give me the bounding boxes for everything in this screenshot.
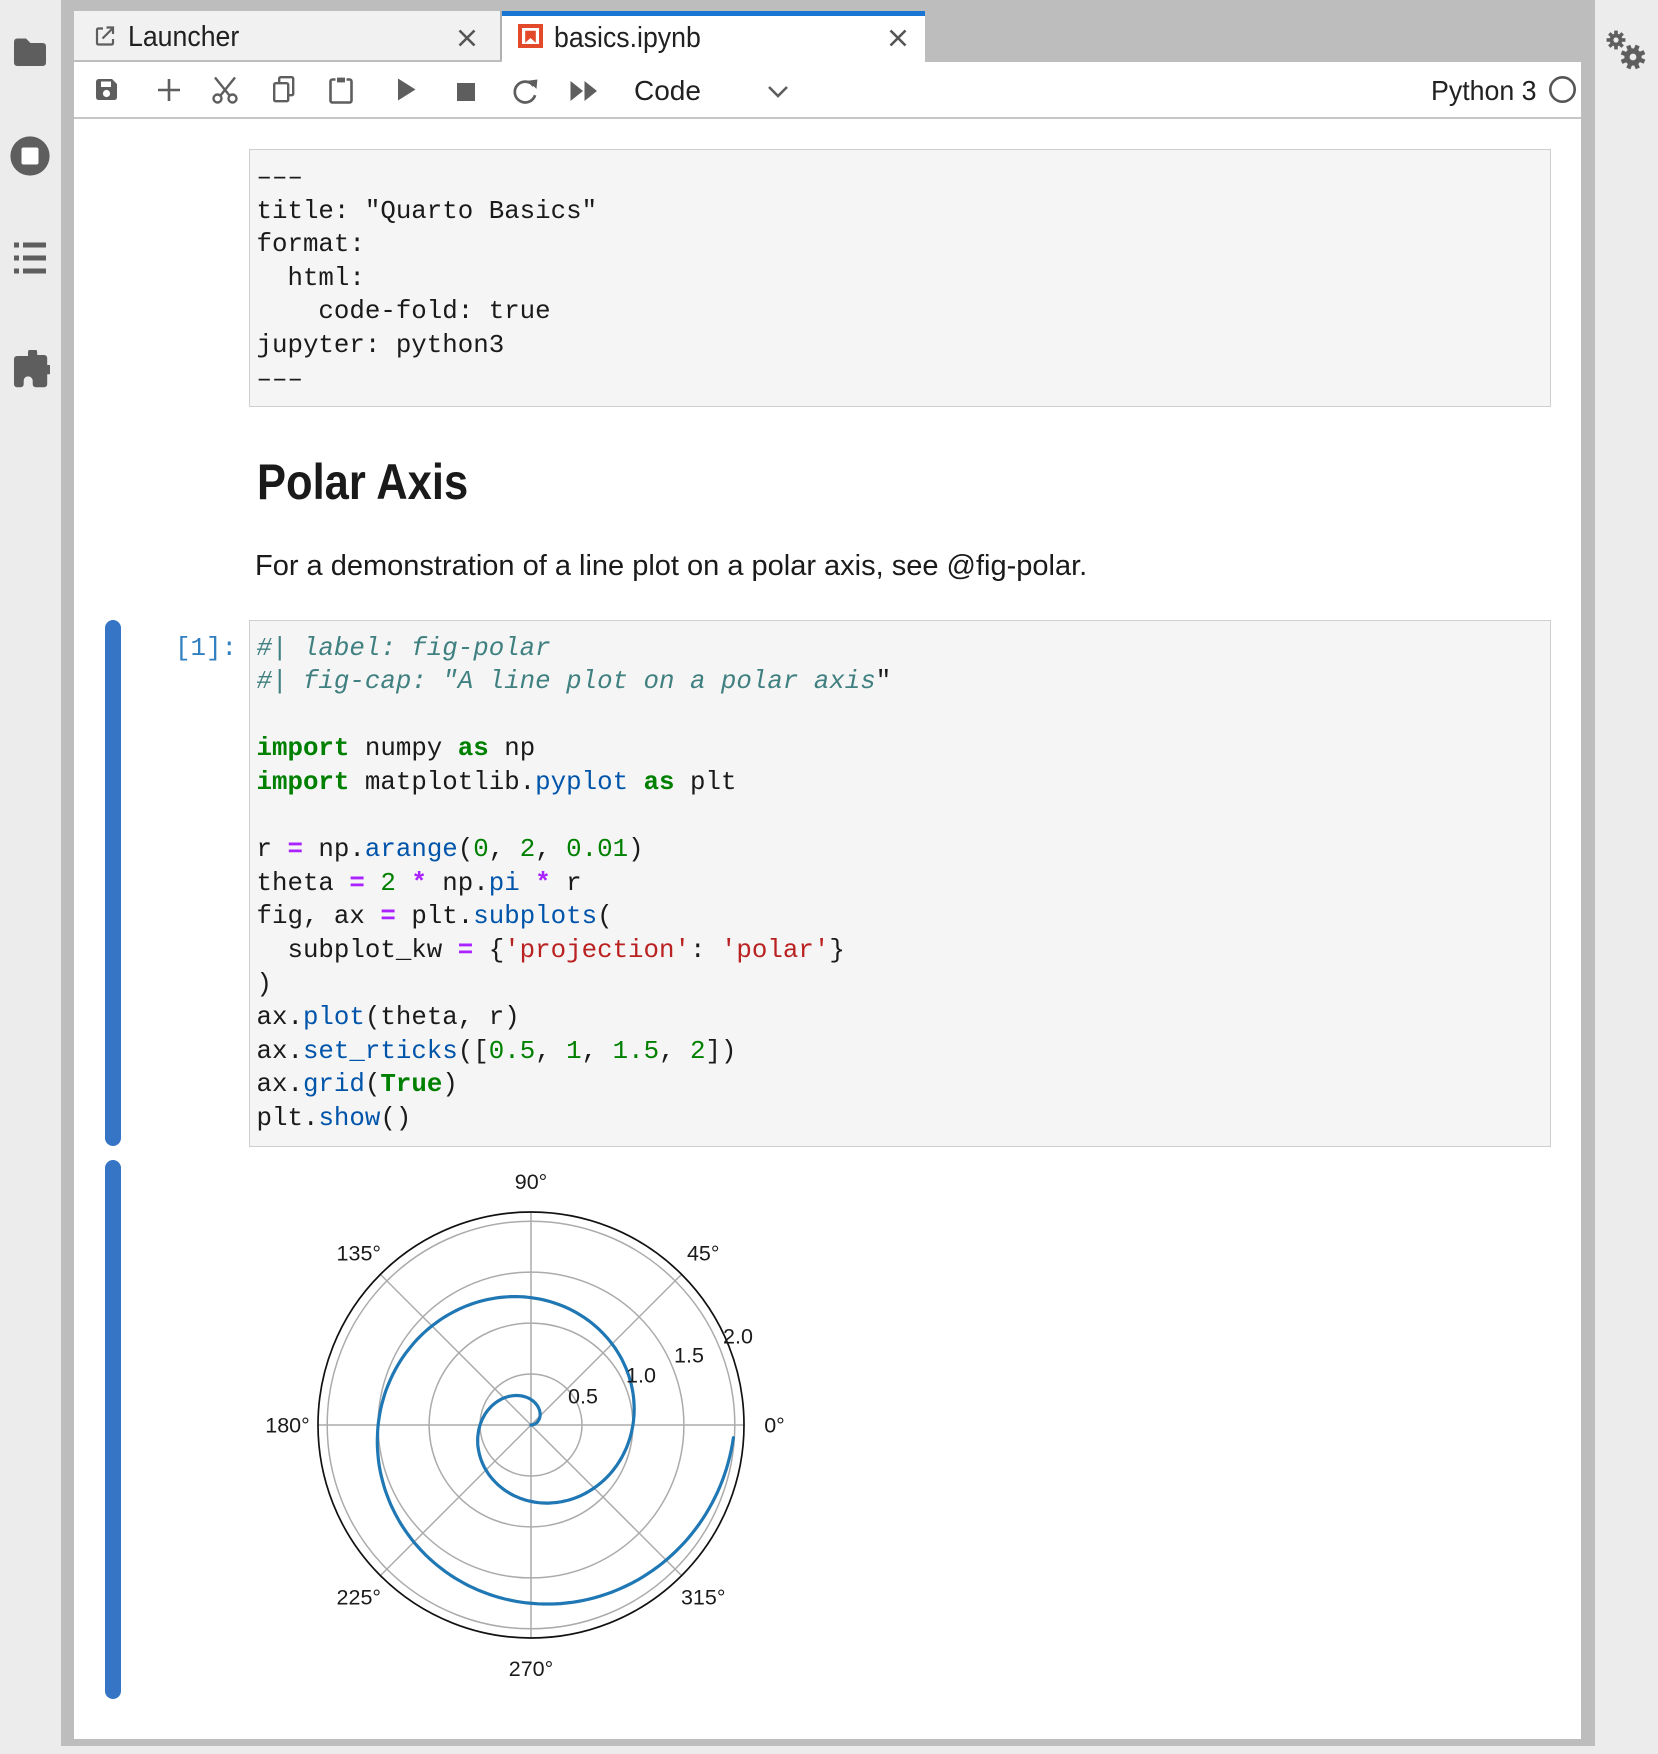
- svg-text:315°: 315°: [681, 1586, 725, 1610]
- svg-text:1.0: 1.0: [626, 1364, 656, 1388]
- svg-text:0.5: 0.5: [568, 1385, 598, 1409]
- svg-text:270°: 270°: [509, 1657, 553, 1681]
- svg-text:2.0: 2.0: [723, 1325, 753, 1349]
- svg-text:45°: 45°: [687, 1241, 720, 1265]
- svg-text:0°: 0°: [764, 1414, 785, 1438]
- svg-text:90°: 90°: [515, 1170, 548, 1194]
- svg-text:1.5: 1.5: [674, 1344, 704, 1368]
- svg-text:135°: 135°: [337, 1241, 381, 1265]
- svg-text:225°: 225°: [337, 1586, 381, 1610]
- svg-text:180°: 180°: [265, 1414, 309, 1438]
